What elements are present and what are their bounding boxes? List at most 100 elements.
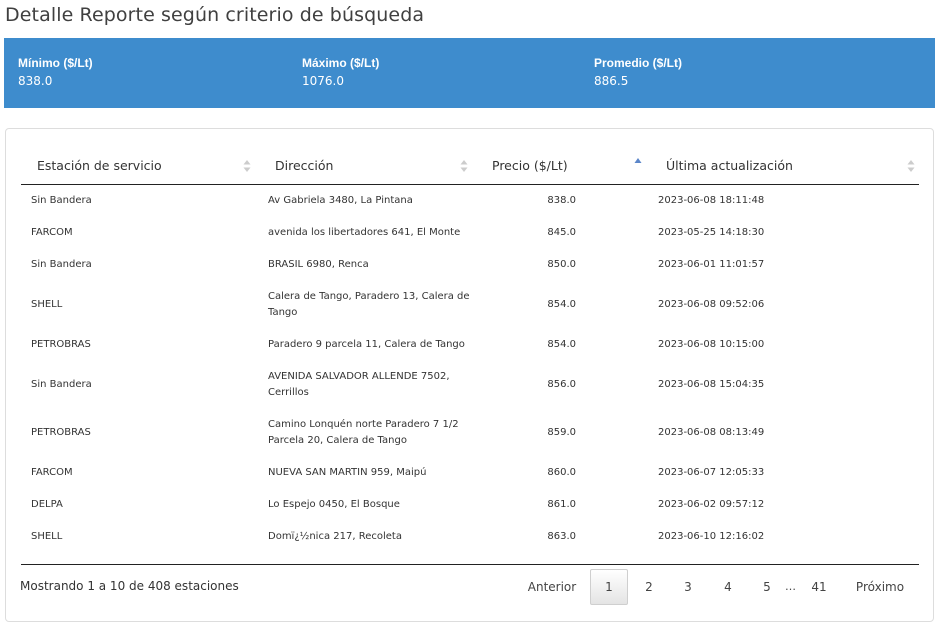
- cell-address-line: avenida los libertadores 641, El Monte: [268, 227, 461, 238]
- cell-station: PETROBRAS: [31, 339, 91, 350]
- cell-price: 854.0: [547, 299, 576, 310]
- cell-address: Av Gabriela 3480, La Pintana: [268, 193, 413, 209]
- stat-minimum: Mínimo ($/Lt) 838.0: [18, 56, 93, 88]
- table-row: PETROBRAS Camino Lonquén norte Paradero 7…: [21, 409, 919, 457]
- sort-both-icon[interactable]: [460, 159, 468, 173]
- cell-station: Sin Bandera: [31, 259, 92, 270]
- cell-station: FARCOM: [31, 227, 73, 238]
- table-row: PETROBRAS Paradero 9 parcela 11, Calera d…: [21, 329, 919, 361]
- cell-price: 861.0: [547, 499, 576, 510]
- stat-minimum-value: 838.0: [18, 74, 53, 88]
- cell-price: 860.0: [547, 467, 576, 478]
- header-station[interactable]: Estación de servicio: [37, 147, 162, 184]
- pagination-page-1[interactable]: 1: [590, 569, 628, 605]
- table-row: Sin Bandera Av Gabriela 3480, La Pintana 8…: [21, 185, 919, 217]
- header-address-label: Dirección: [275, 158, 334, 173]
- cell-address: Calera de Tango, Paradero 13, Calera de T…: [268, 289, 470, 321]
- cell-address: avenida los libertadores 641, El Monte: [268, 225, 460, 241]
- cell-address-line: Paradero 9 parcela 11, Calera de Tango: [268, 339, 465, 350]
- cell-station: Sin Bandera: [31, 379, 92, 390]
- stat-maximum-label: Máximo ($/Lt): [302, 56, 380, 70]
- cell-updated: 2023-06-08 08:13:49: [658, 427, 765, 438]
- sort-ascending-icon[interactable]: [634, 157, 642, 171]
- cell-updated: 2023-06-07 12:05:33: [658, 467, 765, 478]
- cell-address-line: Camino Lonquén norte Paradero 7 1/2: [268, 419, 459, 430]
- stat-average: Promedio ($/Lt) 886.5: [594, 56, 682, 88]
- cell-address-line: Lo Espejo 0450, El Bosque: [268, 499, 400, 510]
- header-updated[interactable]: Última actualización: [666, 147, 793, 184]
- header-address[interactable]: Dirección: [275, 147, 333, 184]
- cell-price: 850.0: [547, 259, 576, 270]
- header-price[interactable]: Precio ($/Lt): [492, 147, 568, 184]
- cell-address-line: Av Gabriela 3480, La Pintana: [268, 195, 413, 206]
- stat-minimum-label: Mínimo ($/Lt): [18, 56, 93, 70]
- cell-address: NUEVA SAN MARTIN 959, Maipú: [268, 465, 426, 481]
- cell-address: Paradero 9 parcela 11, Calera de Tango: [268, 337, 465, 353]
- pagination-ellipsis: …: [785, 580, 796, 593]
- cell-station: DELPA: [31, 499, 63, 510]
- stat-average-value: 886.5: [594, 74, 629, 88]
- cell-price: 859.0: [547, 427, 576, 438]
- cell-updated: 2023-06-10 12:16:02: [658, 531, 765, 542]
- table-header: Estación de servicio Dirección Precio ($…: [21, 147, 919, 185]
- stat-maximum: Máximo ($/Lt) 1076.0: [302, 56, 379, 88]
- summary-bar: Mínimo ($/Lt) 838.0 Máximo ($/Lt) 1076.0…: [4, 38, 935, 108]
- cell-address-line: Tango: [268, 307, 298, 318]
- table-footer-divider: [21, 564, 919, 565]
- table-body: Sin Bandera Av Gabriela 3480, La Pintana 8…: [21, 185, 919, 553]
- sort-both-icon[interactable]: [907, 159, 915, 173]
- table-info: Mostrando 1 a 10 de 408 estaciones: [20, 579, 239, 593]
- cell-price: 854.0: [547, 339, 576, 350]
- header-price-label: Precio ($/Lt): [492, 158, 568, 173]
- cell-updated: 2023-06-08 15:04:35: [658, 379, 765, 390]
- cell-price: 863.0: [547, 531, 576, 542]
- cell-address-line: BRASIL 6980, Renca: [268, 259, 369, 270]
- page-title: Detalle Reporte según criterio de búsque…: [5, 4, 425, 26]
- cell-address-line: Domï¿½nica 217, Recoleta: [268, 531, 402, 542]
- cell-address-line: Calera de Tango, Paradero 13, Calera de: [268, 291, 470, 302]
- cell-price: 838.0: [547, 195, 576, 206]
- cell-price: 845.0: [547, 227, 576, 238]
- table-row: SHELL Calera de Tango, Paradero 13, Caler…: [21, 281, 919, 329]
- cell-station: PETROBRAS: [31, 427, 91, 438]
- pagination-page-3[interactable]: 3: [675, 569, 701, 605]
- cell-updated: 2023-06-08 18:11:48: [658, 195, 765, 206]
- pagination-page-5[interactable]: 5: [754, 569, 780, 605]
- cell-address: Lo Espejo 0450, El Bosque: [268, 497, 400, 513]
- cell-updated: 2023-06-08 10:15:00: [658, 339, 765, 350]
- cell-price: 856.0: [547, 379, 576, 390]
- cell-address-line: AVENIDA SALVADOR ALLENDE 7502,: [268, 371, 450, 382]
- header-station-label: Estación de servicio: [37, 158, 162, 173]
- stat-average-label: Promedio ($/Lt): [594, 56, 683, 70]
- table-row: DELPA Lo Espejo 0450, El Bosque 861.0 2023-…: [21, 489, 919, 521]
- results-card: Estación de servicio Dirección Precio ($…: [5, 128, 934, 622]
- cell-address: AVENIDA SALVADOR ALLENDE 7502, Cerrillos: [268, 369, 450, 401]
- cell-address: BRASIL 6980, Renca: [268, 257, 369, 273]
- pagination-page-2[interactable]: 2: [636, 569, 662, 605]
- table-row: FARCOM avenida los libertadores 641, El M…: [21, 217, 919, 249]
- header-updated-label: Última actualización: [666, 158, 793, 173]
- table-row: Sin Bandera BRASIL 6980, Renca 850.0 2023-0…: [21, 249, 919, 281]
- cell-updated: 2023-06-01 11:01:57: [658, 259, 765, 270]
- cell-updated: 2023-06-02 09:57:12: [658, 499, 765, 510]
- cell-address-line: Cerrillos: [268, 387, 309, 398]
- pagination-next[interactable]: Próximo: [850, 569, 910, 605]
- pagination-previous[interactable]: Anterior: [522, 569, 582, 605]
- cell-address: Domï¿½nica 217, Recoleta: [268, 529, 402, 545]
- table-row: Sin Bandera AVENIDA SALVADOR ALLENDE 7502…: [21, 361, 919, 409]
- cell-updated: 2023-05-25 14:18:30: [658, 227, 765, 238]
- table-row: FARCOM NUEVA SAN MARTIN 959, Maipú 860.0 20…: [21, 457, 919, 489]
- stat-maximum-value: 1076.0: [302, 74, 344, 88]
- pagination-page-4[interactable]: 4: [715, 569, 741, 605]
- cell-address-line: NUEVA SAN MARTIN 959, Maipú: [268, 467, 427, 478]
- cell-station: FARCOM: [31, 467, 73, 478]
- cell-station: Sin Bandera: [31, 195, 92, 206]
- cell-address: Camino Lonquén norte Paradero 7 1/2 Parce…: [268, 417, 459, 449]
- cell-updated: 2023-06-08 09:52:06: [658, 299, 765, 310]
- sort-both-icon[interactable]: [243, 159, 251, 173]
- cell-station: SHELL: [31, 531, 63, 542]
- table-row: SHELL Domï¿½nica 217, Recoleta 863.0 2023-0…: [21, 521, 919, 553]
- pagination-page-last[interactable]: 41: [805, 569, 833, 605]
- cell-station: SHELL: [31, 299, 63, 310]
- cell-address-line: Parcela 20, Calera de Tango: [268, 435, 407, 446]
